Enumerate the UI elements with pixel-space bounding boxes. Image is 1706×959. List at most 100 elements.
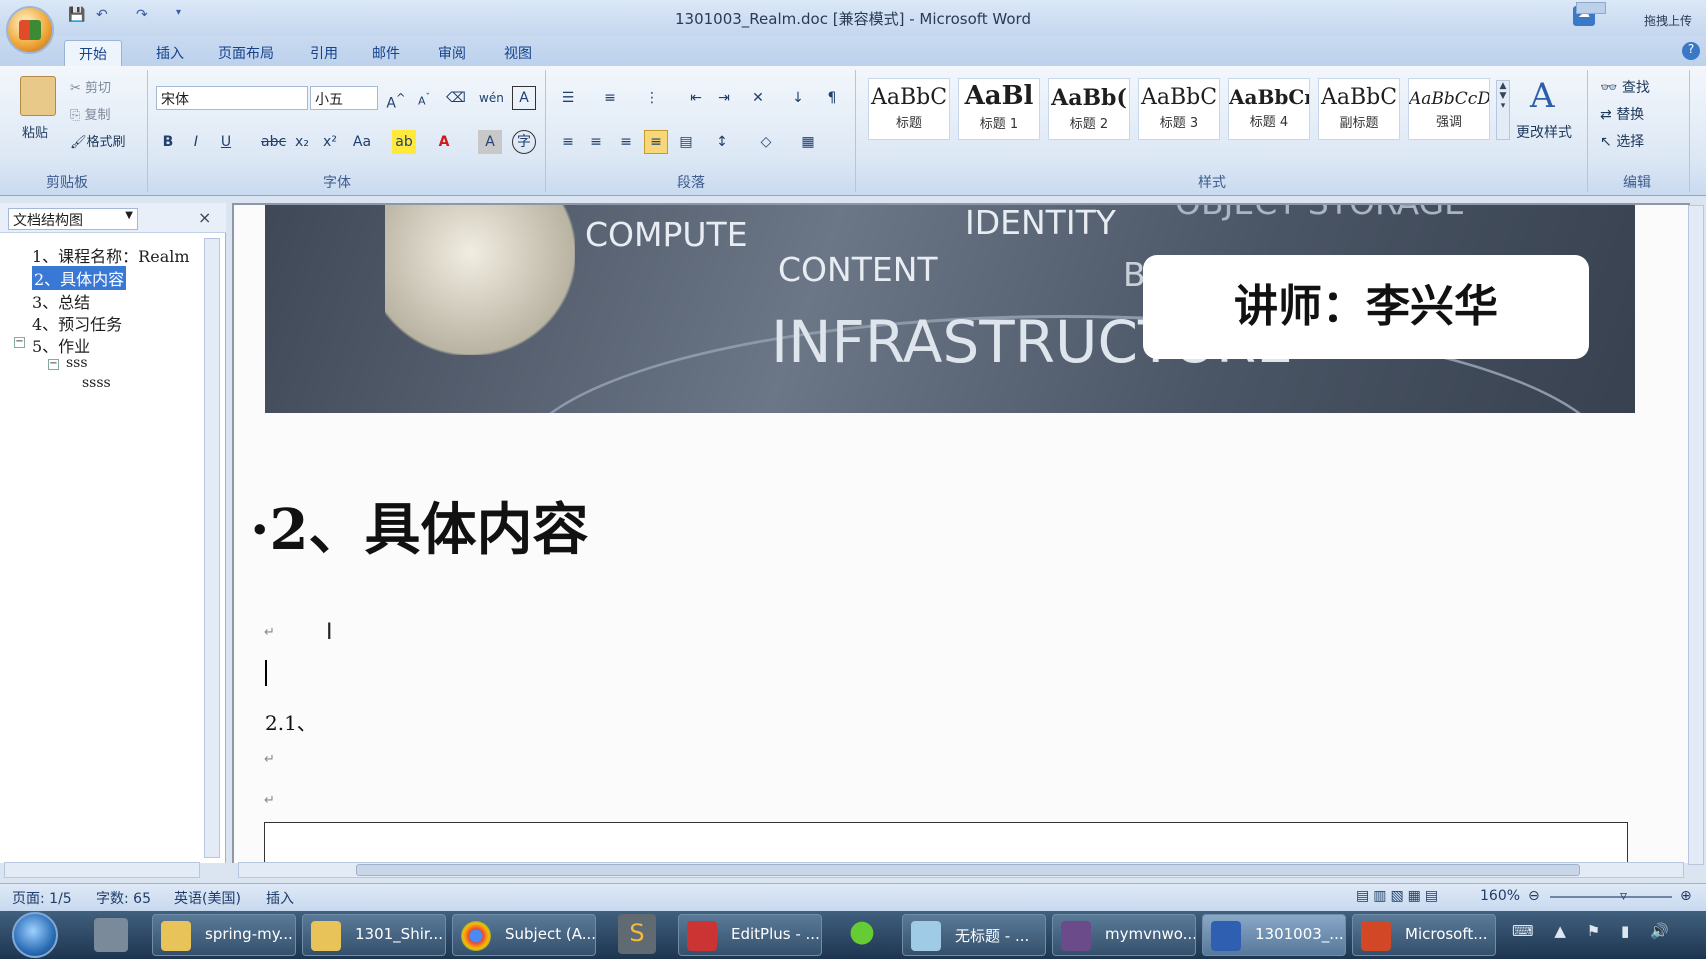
page-count[interactable]: 页面: 1/5 <box>12 888 72 908</box>
taskbar-item[interactable]: 1301_Shir... <box>302 914 446 956</box>
pinned-app-icon[interactable] <box>94 918 128 952</box>
document-map-dropdown[interactable]: 文档结构图 ▼ <box>8 208 138 230</box>
font-name-combo[interactable]: 宋体 <box>156 86 308 110</box>
justify-icon[interactable]: ≡ <box>644 130 668 154</box>
bold-icon[interactable]: B <box>156 130 180 154</box>
style-heading1[interactable]: AaBl 标题 1 <box>958 78 1040 140</box>
collapse-icon[interactable]: − <box>48 359 59 370</box>
shading-icon[interactable]: ◇ <box>754 130 778 154</box>
tab-references[interactable]: 引用 <box>296 40 352 66</box>
superscript-icon[interactable]: x² <box>318 130 342 154</box>
zoom-slider[interactable] <box>1550 896 1672 898</box>
help-icon[interactable]: ? <box>1682 42 1700 60</box>
tab-insert[interactable]: 插入 <box>142 40 198 66</box>
change-styles-icon[interactable]: A <box>1530 76 1555 116</box>
change-case-icon[interactable]: Aa <box>350 130 374 154</box>
tab-layout[interactable]: 页面布局 <box>204 40 288 66</box>
tab-mailings[interactable]: 邮件 <box>358 40 414 66</box>
style-heading3[interactable]: AaBbC 标题 3 <box>1138 78 1220 140</box>
insert-mode[interactable]: 插入 <box>266 888 294 908</box>
nav-item-homework[interactable]: 5、作业 <box>32 333 90 357</box>
highlight-icon[interactable]: ab <box>392 130 416 154</box>
nav-item-course-name[interactable]: 1、课程名称：Realm <box>32 243 190 267</box>
chinese-layout-icon[interactable]: ✕ <box>746 86 770 110</box>
nav-vertical-scrollbar[interactable] <box>204 238 220 858</box>
grow-font-icon[interactable]: A^ <box>384 86 408 112</box>
align-right-icon[interactable]: ≡ <box>614 130 638 154</box>
strikethrough-icon[interactable]: abc <box>260 130 286 154</box>
styles-scroll[interactable]: ▲ ▼ ▾ <box>1496 80 1510 140</box>
font-color-icon[interactable]: A <box>432 130 456 154</box>
subheading[interactable]: 2.1、 <box>265 707 317 736</box>
paste-icon[interactable] <box>20 76 56 116</box>
bullets-icon[interactable]: ☰ <box>556 86 580 110</box>
style-heading2[interactable]: AaBb(标题 2 <box>1048 78 1130 140</box>
taskbar-item[interactable]: 无标题 - ... <box>902 914 1046 956</box>
find-button[interactable]: 👓 查找 <box>1600 77 1650 97</box>
sort-icon[interactable]: ↓ <box>786 86 810 110</box>
paste-button[interactable]: 粘贴 <box>22 122 48 141</box>
zoom-level[interactable]: 160% <box>1480 888 1520 904</box>
close-icon[interactable]: × <box>198 208 211 227</box>
upload-button[interactable]: 拖拽上传 <box>1644 12 1692 29</box>
taskbar-item[interactable]: spring-my... <box>152 914 296 956</box>
underline-icon[interactable]: U <box>214 130 238 154</box>
style-subtitle[interactable]: AaBbC 副标题 <box>1318 78 1400 140</box>
office-button[interactable] <box>6 6 54 54</box>
nav-item-sss[interactable]: sss <box>66 355 88 371</box>
language[interactable]: 英语(美国) <box>174 888 241 908</box>
nav-item-ssss[interactable]: ssss <box>82 375 111 391</box>
format-painter-button[interactable]: 🖌格式刷 <box>70 131 126 150</box>
distributed-icon[interactable]: ▤ <box>674 130 698 154</box>
style-emphasis[interactable]: AaBbCcDı 强调 <box>1408 78 1490 140</box>
zoom-thumb[interactable]: ▿ <box>1620 888 1627 904</box>
change-styles-button[interactable]: 更改样式 <box>1516 122 1572 142</box>
app-icon[interactable]: ● <box>840 914 884 954</box>
taskbar-item[interactable]: EditPlus - ... <box>678 914 822 956</box>
nav-item-preview[interactable]: 4、预习任务 <box>32 311 122 335</box>
tab-view[interactable]: 视图 <box>490 40 546 66</box>
align-left-icon[interactable]: ≡ <box>556 130 580 154</box>
show-marks-icon[interactable]: ¶ <box>820 86 844 110</box>
subscript-icon[interactable]: x₂ <box>290 130 314 154</box>
taskbar-item-active[interactable]: 1301003_... <box>1202 914 1346 956</box>
replace-button[interactable]: ⇄ 替换 <box>1600 104 1644 124</box>
italic-icon[interactable]: I <box>184 130 208 154</box>
char-shading-icon[interactable]: A <box>478 130 502 154</box>
zoom-in-icon[interactable]: ⊕ <box>1680 888 1692 904</box>
font-size-combo[interactable]: 小五 <box>310 86 378 110</box>
char-border-icon[interactable]: A <box>512 86 536 110</box>
enclose-char-icon[interactable]: 字 <box>512 130 536 154</box>
zoom-out-icon[interactable]: ⊖ <box>1528 888 1540 904</box>
view-buttons[interactable]: ▤▥▧▦▤ <box>1356 888 1442 904</box>
tab-review[interactable]: 审阅 <box>424 40 480 66</box>
nav-item-summary[interactable]: 3、总结 <box>32 289 90 313</box>
cut-button[interactable]: ✂ 剪切 <box>70 77 111 96</box>
increase-indent-icon[interactable]: ⇥ <box>712 86 736 110</box>
doc-vertical-scrollbar[interactable] <box>1688 205 1704 865</box>
taskbar-item[interactable]: Microsoft... <box>1352 914 1496 956</box>
numbering-icon[interactable]: ≡ <box>598 86 622 110</box>
table-box[interactable] <box>264 822 1628 864</box>
copy-button[interactable]: ⎘ 复制 <box>70 104 111 123</box>
multilevel-list-icon[interactable]: ⋮ <box>640 86 664 110</box>
style-title[interactable]: AaBbC 标题 <box>868 78 950 140</box>
line-spacing-icon[interactable]: ↕ <box>710 130 734 154</box>
phonetic-guide-icon[interactable]: wén <box>478 86 504 110</box>
borders-icon[interactable]: ▦ <box>796 130 820 154</box>
minimize-button[interactable] <box>1576 2 1606 14</box>
tab-home[interactable]: 开始 <box>64 40 122 66</box>
align-center-icon[interactable]: ≡ <box>584 130 608 154</box>
decrease-indent-icon[interactable]: ⇤ <box>684 86 708 110</box>
shrink-font-icon[interactable]: Aˇ <box>412 86 436 110</box>
nav-horizontal-scrollbar[interactable] <box>4 862 200 878</box>
collapse-icon[interactable]: − <box>14 337 25 348</box>
horizontal-scroll-thumb[interactable] <box>356 864 1580 876</box>
start-button[interactable] <box>12 912 58 958</box>
clear-format-icon[interactable]: ⌫ <box>444 86 468 110</box>
taskbar-item[interactable]: mymvnwo... <box>1052 914 1196 956</box>
style-heading4[interactable]: AaBbCı 标题 4 <box>1228 78 1310 140</box>
nav-item-content[interactable]: 2、具体内容 <box>32 266 127 290</box>
word-count[interactable]: 字数: 65 <box>96 888 151 908</box>
heading-content[interactable]: ·2、具体内容 <box>250 485 588 566</box>
